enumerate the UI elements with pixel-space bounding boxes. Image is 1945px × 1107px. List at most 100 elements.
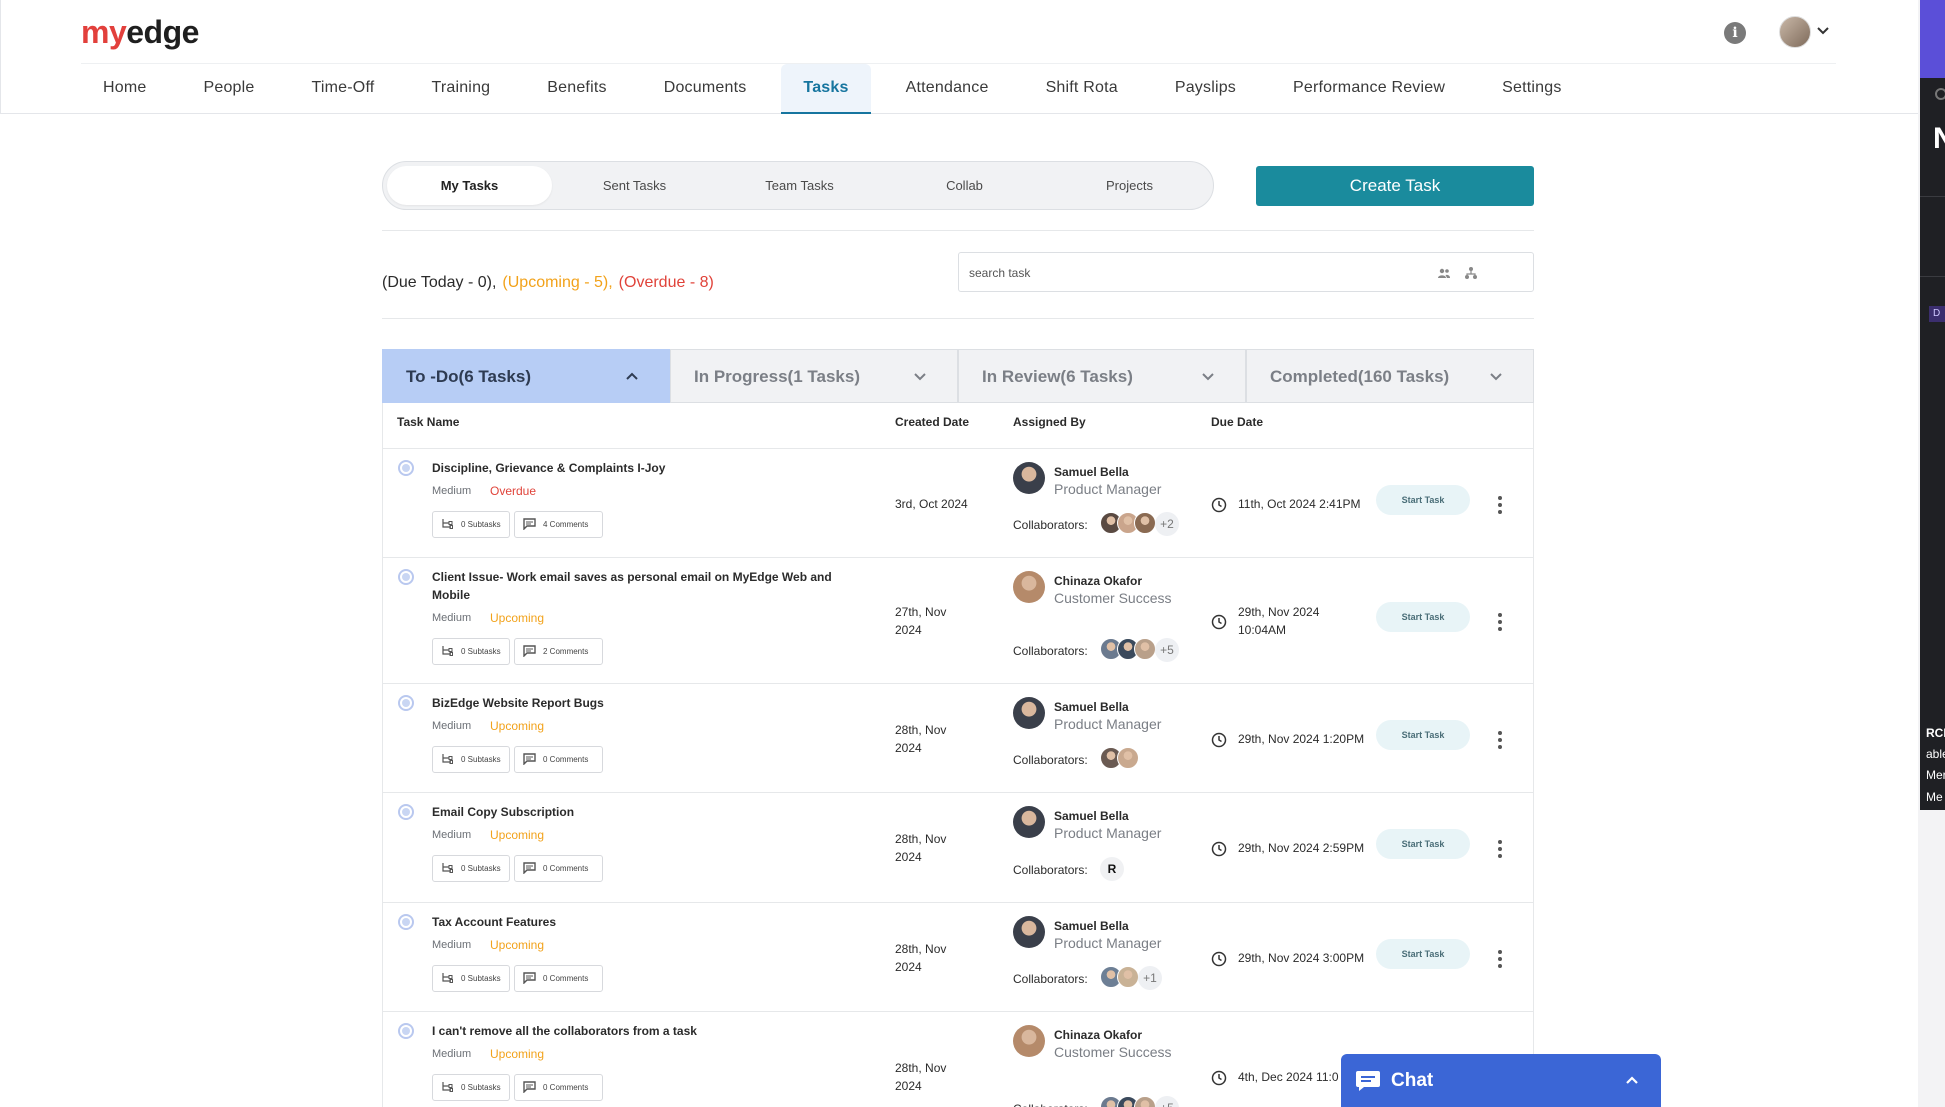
- subtask-icon: [442, 973, 453, 983]
- clock-icon: [1211, 1070, 1227, 1086]
- more-options-icon[interactable]: [1496, 949, 1504, 970]
- more-options-icon[interactable]: [1496, 613, 1504, 633]
- table-row[interactable]: Email Copy Subscription Medium Upcoming …: [382, 793, 1534, 903]
- status-tab-todo[interactable]: To -Do(6 Tasks): [382, 349, 670, 403]
- segment-team-tasks[interactable]: Team Tasks: [717, 166, 882, 205]
- create-task-button[interactable]: Create Task: [1256, 166, 1534, 206]
- more-options-icon[interactable]: [1496, 840, 1504, 860]
- assignee-avatar: [1013, 806, 1045, 838]
- start-task-button[interactable]: Start Task: [1376, 719, 1470, 750]
- more-options-icon[interactable]: [1496, 730, 1504, 751]
- nav-tab-shift-rota[interactable]: Shift Rota: [1024, 64, 1140, 114]
- assignee-avatar: [1013, 462, 1045, 494]
- collaborators-label: Collaborators:: [1013, 1102, 1088, 1107]
- segment-collab[interactable]: Collab: [882, 166, 1047, 205]
- task-complete-radio[interactable]: [398, 1023, 414, 1039]
- due-date: 29th, Nov 2024 10:04AM: [1238, 605, 1320, 637]
- nav-tab-payslips[interactable]: Payslips: [1153, 64, 1258, 114]
- status-tab-completed[interactable]: Completed(160 Tasks): [1246, 349, 1534, 403]
- task-complete-radio[interactable]: [398, 804, 414, 820]
- table-row[interactable]: BizEdge Website Report Bugs Medium Upcom…: [382, 684, 1534, 793]
- task-complete-radio[interactable]: [398, 460, 414, 476]
- status-tab-in-progress[interactable]: In Progress(1 Tasks): [670, 349, 958, 403]
- chevron-down-icon[interactable]: [1815, 22, 1831, 38]
- comments-button[interactable]: 0 Comments: [514, 1074, 603, 1101]
- table-row[interactable]: Client Issue- Work email saves as person…: [382, 558, 1534, 684]
- start-task-button[interactable]: Start Task: [1376, 938, 1470, 969]
- comments-count: 0 Comments: [543, 864, 589, 873]
- task-complete-radio[interactable]: [398, 569, 414, 585]
- assignee-name: Samuel Bella: [1054, 919, 1129, 933]
- table-row[interactable]: Discipline, Grievance & Complaints I-Joy…: [382, 449, 1534, 558]
- comments-button[interactable]: 2 Comments: [514, 638, 603, 665]
- comments-button[interactable]: 4 Comments: [514, 511, 603, 538]
- myedge-logo[interactable]: myedge: [81, 14, 199, 51]
- status-tab-in-review[interactable]: In Review(6 Tasks): [958, 349, 1246, 403]
- subtasks-count: 0 Subtasks: [461, 974, 501, 983]
- comments-button[interactable]: 0 Comments: [514, 855, 603, 882]
- start-task-button[interactable]: Start Task: [1376, 829, 1470, 859]
- segment-my-tasks[interactable]: My Tasks: [387, 166, 552, 205]
- comments-button[interactable]: 0 Comments: [514, 746, 603, 773]
- more-options-icon[interactable]: [1496, 495, 1504, 516]
- task-status: Overdue: [490, 484, 537, 498]
- task-name[interactable]: Tax Account Features: [432, 913, 852, 931]
- segment-projects[interactable]: Projects: [1047, 166, 1212, 205]
- task-complete-radio[interactable]: [398, 914, 414, 930]
- people-filter-icon[interactable]: [1437, 266, 1451, 280]
- overdue-count[interactable]: (Overdue - 8): [619, 274, 714, 291]
- task-name[interactable]: Email Copy Subscription: [432, 803, 852, 821]
- task-name[interactable]: Client Issue- Work email saves as person…: [432, 568, 852, 604]
- table-row[interactable]: Tax Account Features Medium Upcoming 0 S…: [382, 903, 1534, 1012]
- assignee-name: Samuel Bella: [1054, 465, 1129, 479]
- task-name[interactable]: BizEdge Website Report Bugs: [432, 694, 852, 712]
- assignee-avatar: [1013, 916, 1045, 948]
- more-collaborators-badge[interactable]: +1: [1138, 966, 1162, 990]
- subtasks-button[interactable]: 0 Subtasks: [432, 965, 510, 992]
- comments-button[interactable]: 0 Comments: [514, 965, 603, 992]
- comment-icon: [523, 518, 536, 530]
- chat-label: Chat: [1391, 1070, 1434, 1091]
- subtasks-button[interactable]: 0 Subtasks: [432, 1074, 510, 1101]
- comments-count: 2 Comments: [543, 647, 589, 656]
- nav-tab-people[interactable]: People: [181, 64, 276, 114]
- chevron-up-icon[interactable]: [1624, 1072, 1640, 1088]
- logo-my: my: [81, 14, 127, 50]
- task-name[interactable]: I can't remove all the collaborators fro…: [432, 1022, 852, 1040]
- user-avatar[interactable]: [1779, 16, 1811, 48]
- task-name[interactable]: Discipline, Grievance & Complaints I-Joy: [432, 459, 852, 477]
- upcoming-count[interactable]: (Upcoming - 5),: [502, 274, 612, 291]
- task-complete-radio[interactable]: [398, 695, 414, 711]
- assignee-name: Chinaza Okafor: [1054, 574, 1143, 588]
- subtasks-button[interactable]: 0 Subtasks: [432, 746, 510, 773]
- clock-icon: [1211, 732, 1227, 747]
- subtasks-button[interactable]: 0 Subtasks: [432, 855, 510, 882]
- start-task-button[interactable]: Start Task: [1376, 602, 1470, 632]
- clock-icon: [1211, 614, 1227, 630]
- start-task-button[interactable]: Start Task: [1376, 484, 1470, 515]
- more-collaborators-badge[interactable]: +2: [1155, 512, 1179, 536]
- subtask-icon: [442, 754, 453, 764]
- collaborator-avatar-initial: R: [1100, 857, 1124, 881]
- nav-tab-benefits[interactable]: Benefits: [525, 64, 628, 114]
- subtasks-button[interactable]: 0 Subtasks: [432, 638, 510, 665]
- info-icon[interactable]: i: [1724, 22, 1746, 44]
- created-date: 28th, Nov 2024: [895, 941, 947, 974]
- subtasks-button[interactable]: 0 Subtasks: [432, 511, 510, 538]
- task-status: Upcoming: [490, 938, 545, 952]
- segment-sent-tasks[interactable]: Sent Tasks: [552, 166, 717, 205]
- nav-tab-documents[interactable]: Documents: [642, 64, 769, 114]
- chat-widget[interactable]: Chat: [1341, 1054, 1661, 1107]
- task-scope-tabs: My Tasks Sent Tasks Team Tasks Collab Projec…: [382, 161, 1214, 210]
- more-collaborators-badge[interactable]: +5: [1155, 638, 1179, 662]
- nav-tab-home[interactable]: Home: [81, 64, 168, 114]
- search-input[interactable]: [969, 262, 1409, 284]
- hierarchy-filter-icon[interactable]: [1464, 266, 1478, 280]
- more-collaborators-badge[interactable]: +5: [1155, 1096, 1179, 1107]
- nav-tab-time-off[interactable]: Time-Off: [290, 64, 397, 114]
- nav-tab-attendance[interactable]: Attendance: [884, 64, 1011, 114]
- nav-tab-performance-review[interactable]: Performance Review: [1271, 64, 1467, 114]
- nav-tab-settings[interactable]: Settings: [1480, 64, 1583, 114]
- nav-tab-training[interactable]: Training: [409, 64, 512, 114]
- nav-tab-tasks[interactable]: Tasks: [781, 64, 871, 114]
